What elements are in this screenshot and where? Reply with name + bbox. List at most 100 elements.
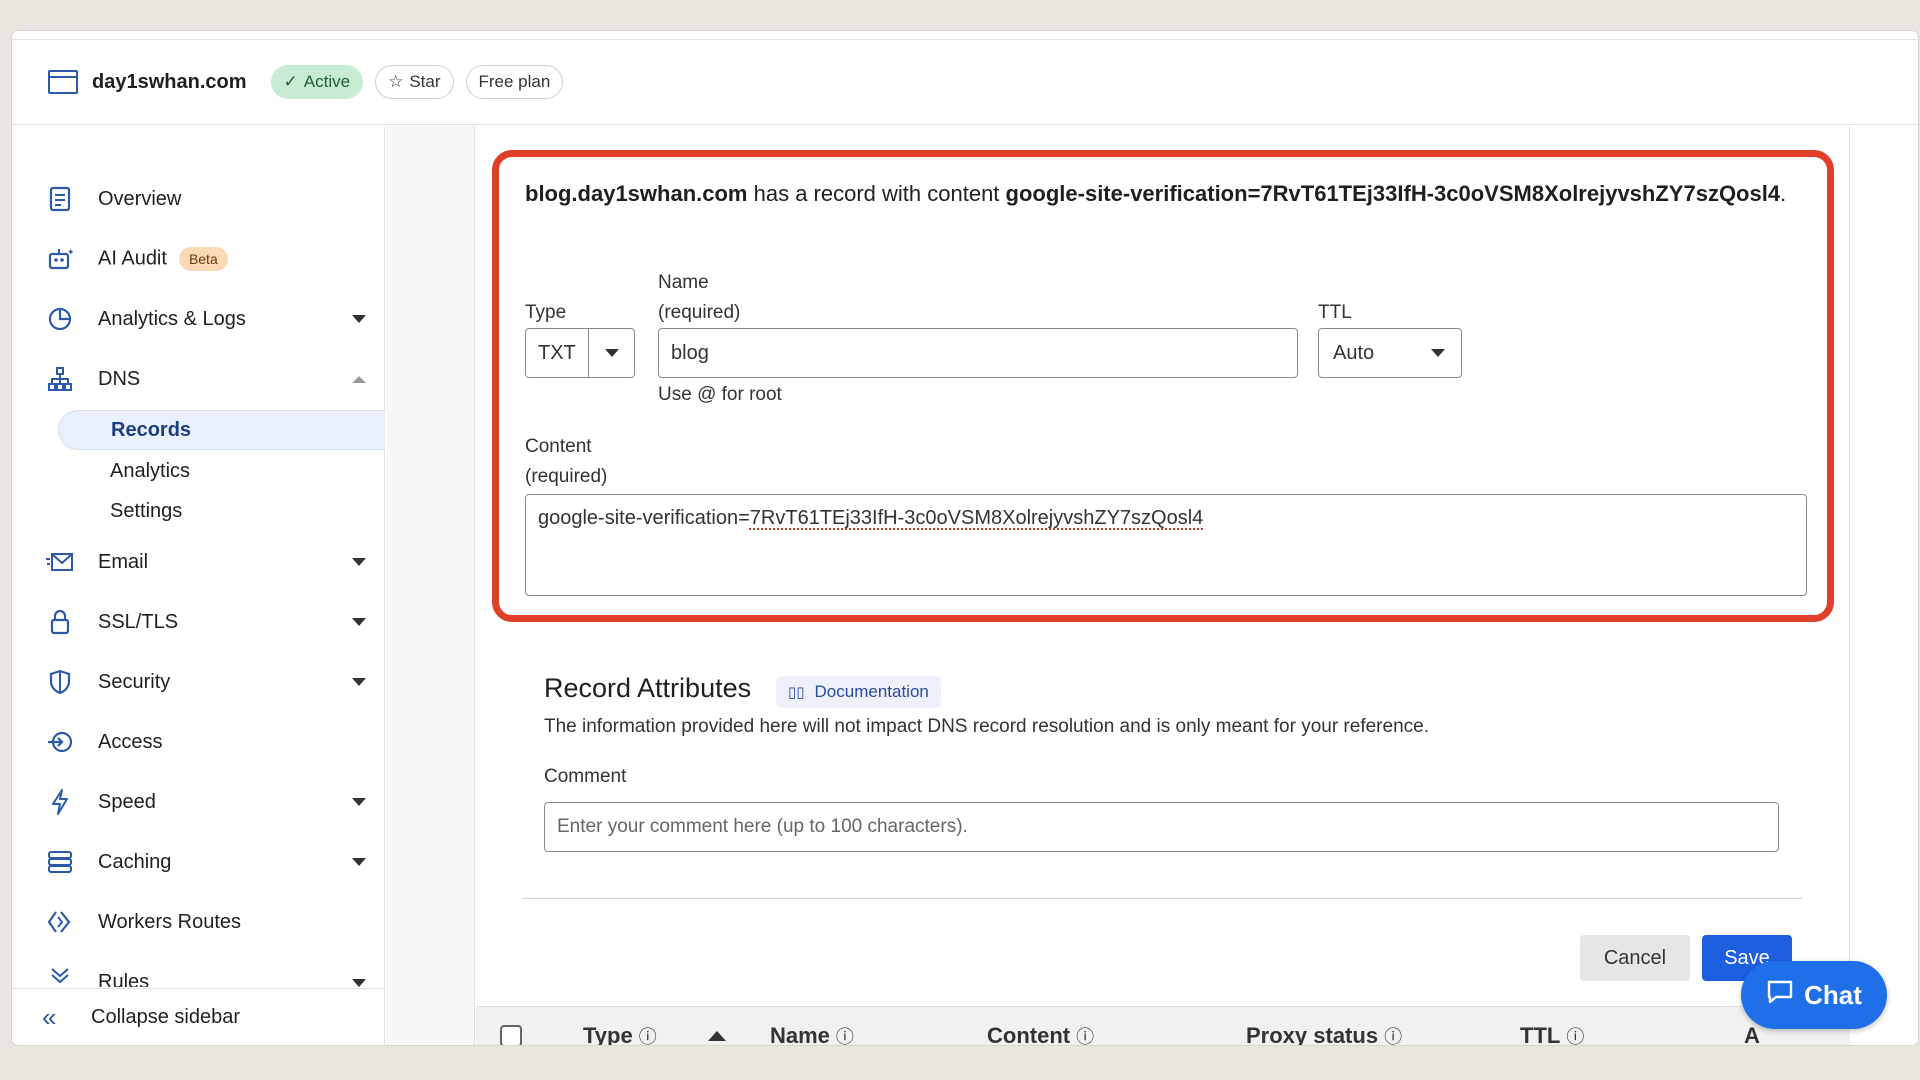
chevron-down-icon [352, 678, 366, 686]
sidebar-item-access[interactable]: Access [12, 717, 385, 767]
comment-input[interactable]: Enter your comment here (up to 100 chara… [544, 802, 1779, 852]
content-prefix: google-site-verification= [538, 507, 750, 529]
column-actions[interactable]: A [1744, 1023, 1760, 1045]
column-proxy-status-label: Proxy status [1246, 1023, 1379, 1045]
type-select-divider [588, 329, 589, 377]
chevron-down-icon [352, 558, 366, 566]
sidebar-item-security[interactable]: Security [12, 657, 385, 707]
name-input[interactable]: blog [658, 328, 1298, 378]
sidebar-item-caching[interactable]: Caching [12, 837, 385, 887]
column-type[interactable]: Type ⓘ [583, 1023, 657, 1045]
record-summary-end: . [1780, 181, 1787, 206]
sidebar-subitem-records[interactable]: Records [58, 410, 385, 450]
workers-icon [46, 908, 74, 936]
sidebar-item-label: Overview [98, 187, 182, 210]
column-ttl[interactable]: TTL ⓘ [1520, 1023, 1584, 1045]
column-content[interactable]: Content ⓘ [987, 1023, 1094, 1045]
chevron-down-icon [605, 349, 619, 357]
info-icon: ⓘ [1384, 1027, 1403, 1045]
record-summary-mid: has a record with content [747, 181, 1006, 206]
collapse-sidebar-button[interactable]: « Collapse sidebar [12, 988, 385, 1045]
sidebar-item-rules[interactable]: Rules [12, 957, 385, 987]
sidebar-item-label: DNS [98, 367, 141, 390]
info-icon: ⓘ [835, 1027, 854, 1045]
record-attributes-description: The information provided here will not i… [544, 716, 1429, 737]
star-label: Star [409, 72, 441, 91]
chevron-down-icon [352, 618, 366, 626]
documentation-label: Documentation [814, 682, 929, 701]
column-proxy-status[interactable]: Proxy status ⓘ [1246, 1023, 1402, 1045]
ttl-value: Auto [1333, 341, 1375, 364]
shield-icon [46, 668, 74, 696]
sidebar-item-email[interactable]: Email [12, 537, 385, 587]
column-ttl-label: TTL [1520, 1023, 1561, 1045]
domain-name: day1swhan.com [92, 70, 247, 93]
sidebar-item-label: Rules [98, 971, 150, 987]
content-gutter [386, 126, 475, 1045]
content-label: Content [525, 436, 592, 457]
chevron-down-icon [352, 315, 366, 323]
ttl-select[interactable]: Auto [1318, 328, 1462, 378]
type-label: Type [525, 302, 567, 323]
access-icon [46, 728, 74, 756]
name-label: Name [658, 272, 709, 293]
sidebar-item-label: Caching [98, 850, 172, 873]
chevron-down-icon [352, 858, 366, 866]
column-name[interactable]: Name ⓘ [770, 1023, 854, 1045]
sidebar-item-label: SSL/TLS [98, 610, 179, 633]
email-icon [46, 548, 74, 576]
sidebar-item-label: Security [98, 670, 171, 693]
sidebar-item-workers-routes[interactable]: Workers Routes [12, 897, 385, 947]
info-icon: ⓘ [1566, 1027, 1585, 1045]
record-summary-text: blog.day1swhan.com has a record with con… [525, 177, 1815, 211]
ai-audit-label: AI Audit [98, 247, 167, 270]
sort-ascending-icon[interactable] [708, 1031, 726, 1041]
sidebar-subitem-settings[interactable]: Settings [58, 491, 385, 531]
svg-text:✦: ✦ [67, 247, 73, 257]
plan-badge[interactable]: Free plan [465, 65, 564, 99]
sidebar-item-label: Email [98, 550, 149, 573]
star-button[interactable]: ☆ Star [375, 65, 454, 99]
type-select[interactable]: TXT [525, 328, 635, 378]
info-icon: ⓘ [1076, 1027, 1095, 1045]
content-required-label: (required) [525, 466, 608, 487]
sidebar-subitem-analytics[interactable]: Analytics [58, 451, 385, 491]
edit-record-panel: blog.day1swhan.com has a record with con… [476, 126, 1850, 1045]
pie-chart-icon [46, 305, 74, 333]
chat-bubble-icon [1766, 979, 1794, 1012]
sidebar-item-analytics-logs[interactable]: Analytics & Logs [12, 294, 385, 344]
chat-button[interactable]: Chat [1741, 961, 1887, 1029]
select-all-checkbox[interactable] [500, 1025, 522, 1045]
sidebar-item-label: AI Audit Beta [98, 247, 228, 271]
sidebar-item-speed[interactable]: Speed [12, 777, 385, 827]
sidebar-item-ssl-tls[interactable]: SSL/TLS [12, 597, 385, 647]
lightning-icon [46, 788, 74, 816]
document-icon [46, 185, 74, 213]
documentation-link[interactable]: ▯▯ Documentation [776, 676, 941, 708]
sidebar-item-ai-audit[interactable]: ✦ AI Audit Beta [12, 234, 385, 284]
network-icon [46, 365, 74, 393]
record-host: blog.day1swhan.com [525, 181, 748, 206]
sidebar-item-overview[interactable]: Overview [12, 174, 385, 224]
window-top-edge [12, 31, 1918, 40]
lock-icon [46, 608, 74, 636]
rules-icon [46, 963, 74, 987]
sidebar-item-label: Speed [98, 790, 156, 813]
status-label: Active [303, 72, 351, 91]
chevron-down-icon [352, 979, 366, 987]
column-name-label: Name [770, 1023, 830, 1045]
sidebar-item-dns[interactable]: DNS [12, 354, 385, 404]
info-icon: ⓘ [638, 1027, 657, 1045]
chevron-down-icon [352, 798, 366, 806]
content-textarea[interactable]: google-site-verification=7RvT61TEj33IfH-… [525, 494, 1807, 596]
beta-badge: Beta [178, 247, 228, 271]
ttl-label: TTL [1318, 302, 1352, 323]
browser-window: day1swhan.com ✓ Active ☆ Star Free plan … [12, 31, 1918, 1045]
highlighted-record-form: blog.day1swhan.com has a record with con… [492, 150, 1834, 622]
chat-label: Chat [1804, 979, 1862, 1010]
status-badge: ✓ Active [270, 65, 364, 99]
sidebar-item-label: Workers Routes [98, 910, 242, 933]
column-content-label: Content [987, 1023, 1071, 1045]
checkmark-icon: ✓ [283, 72, 298, 91]
cancel-button[interactable]: Cancel [1580, 935, 1690, 981]
